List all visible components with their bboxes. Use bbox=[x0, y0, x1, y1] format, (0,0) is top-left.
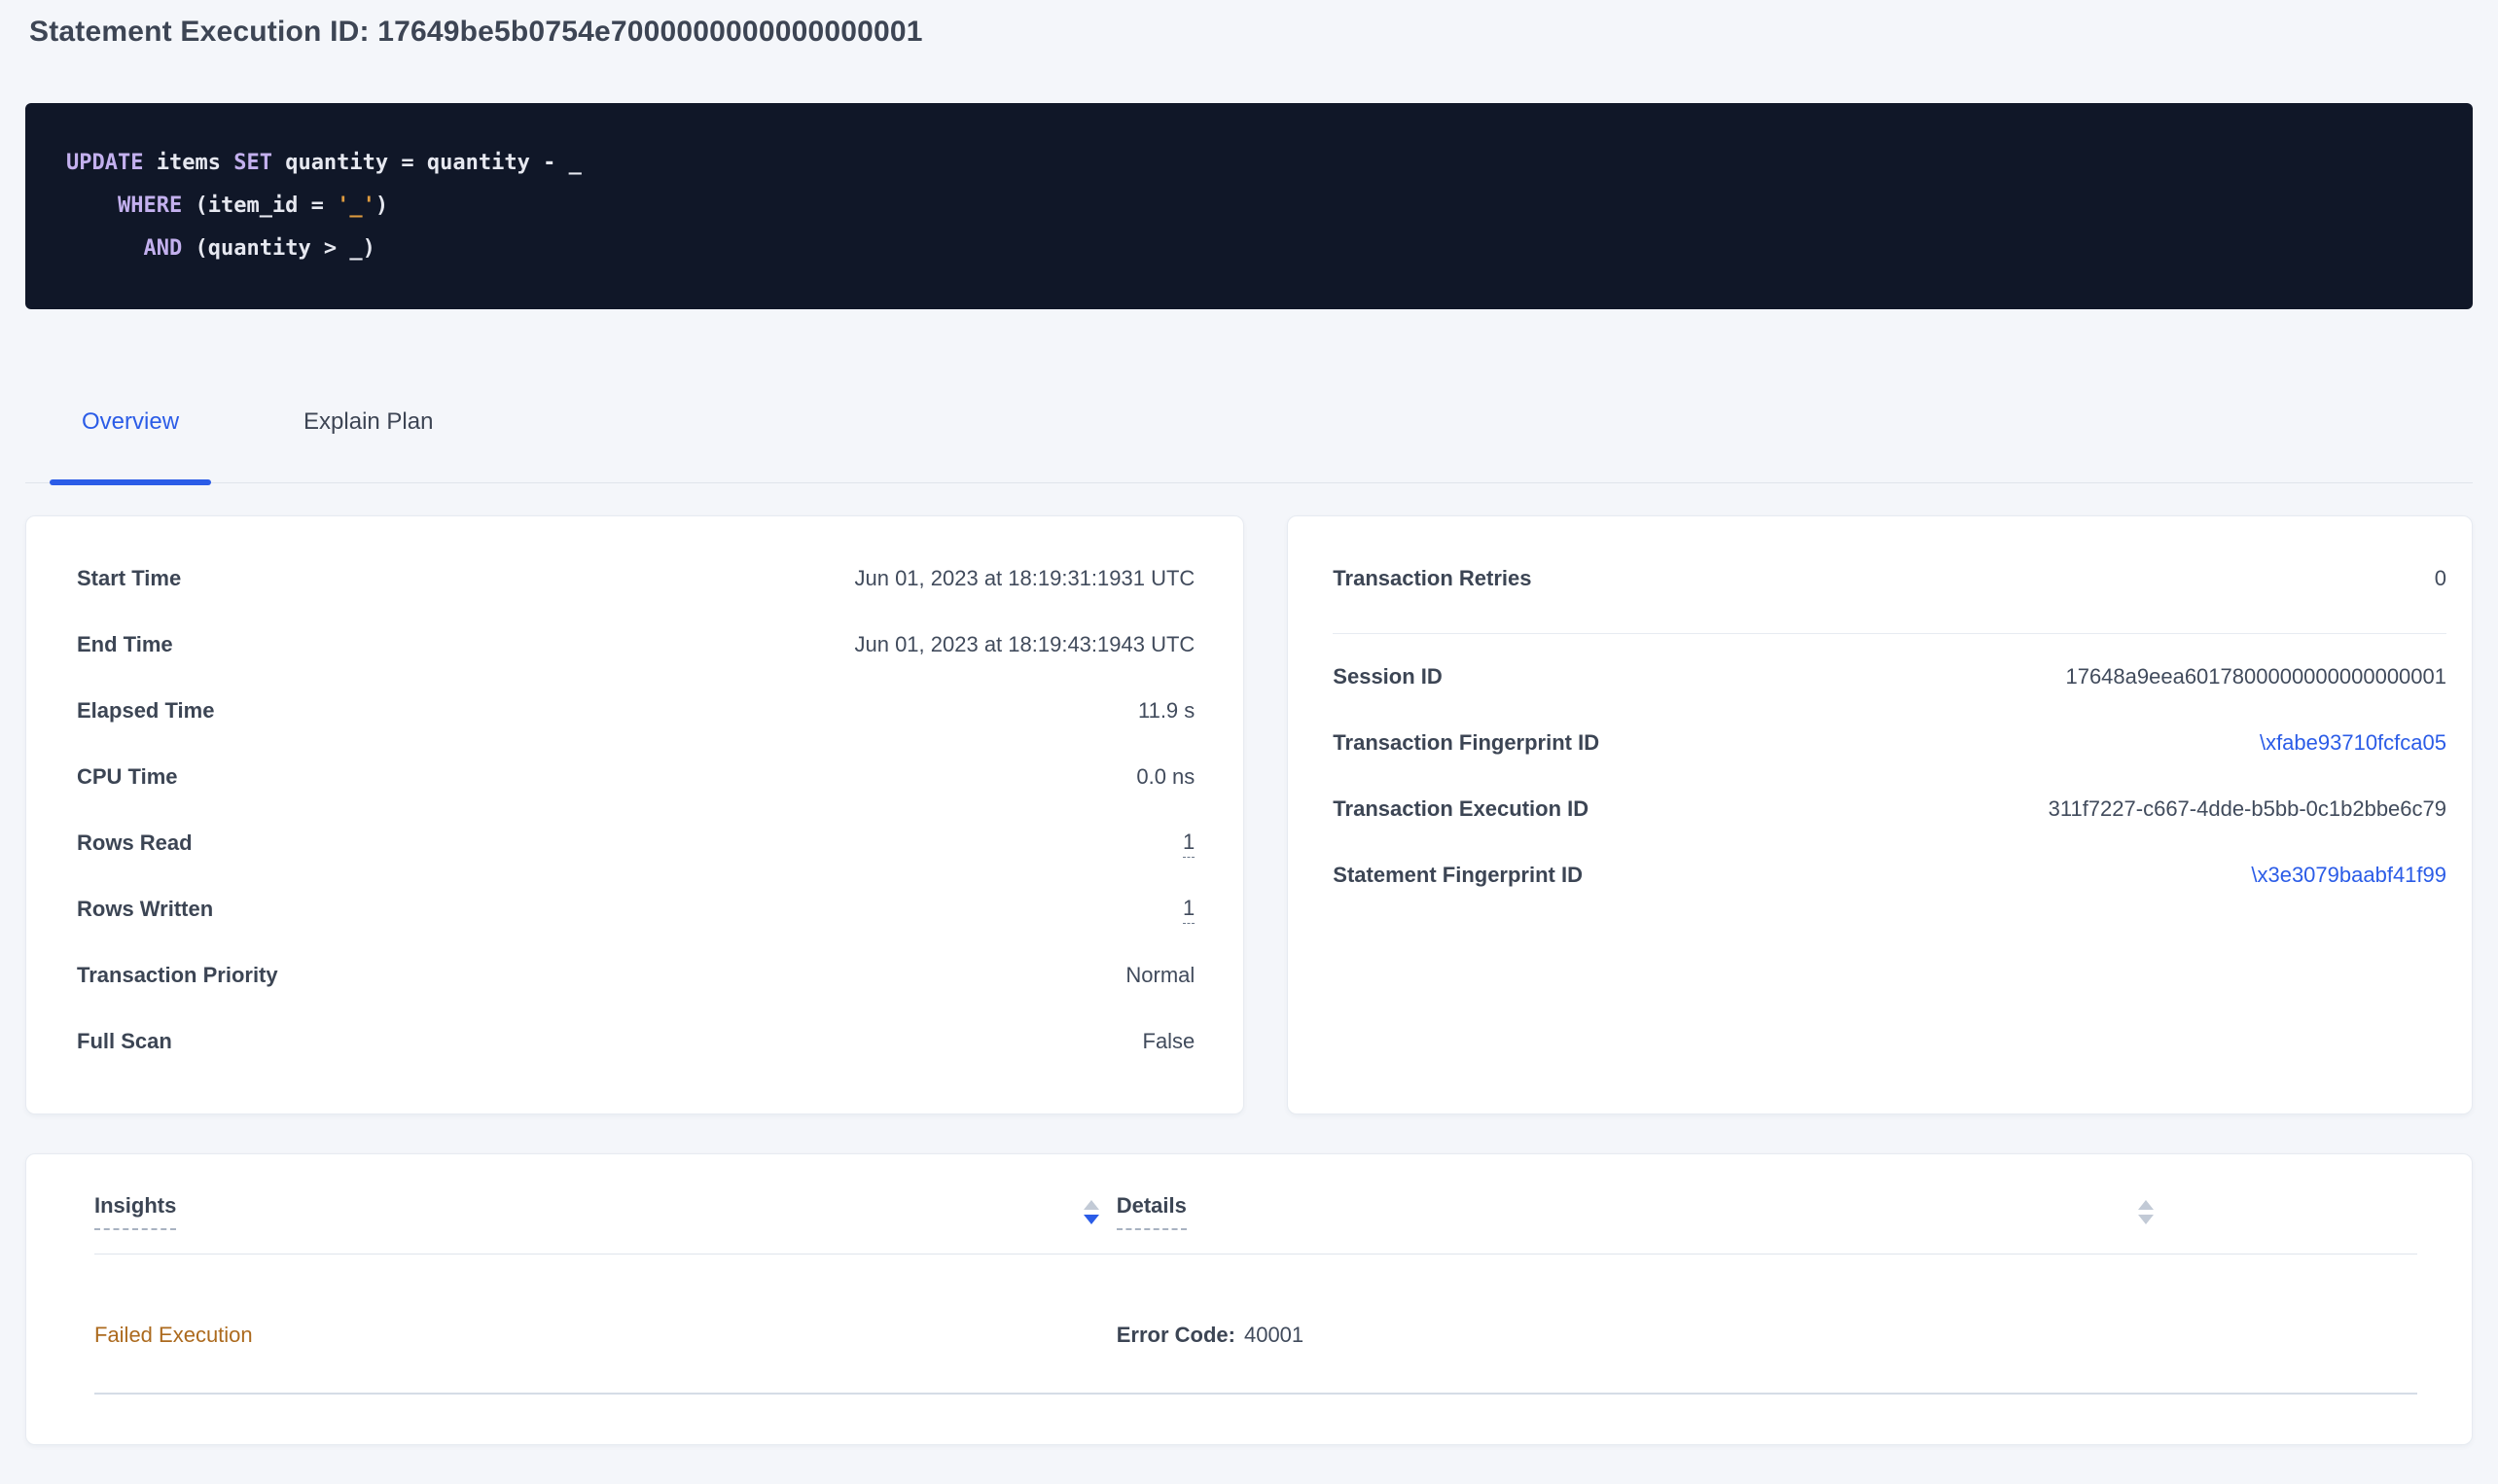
column-label: Details bbox=[1117, 1193, 1187, 1230]
sql-line: AND (quantity > _) bbox=[66, 228, 2434, 270]
error-code-label: Error Code: bbox=[1117, 1323, 1235, 1347]
kv-value: 0.0 ns bbox=[1136, 764, 1195, 790]
sort-asc-triangle-icon bbox=[2138, 1200, 2154, 1210]
kv-row-full-scan: Full Scan False bbox=[77, 1008, 1195, 1075]
kv-row-start-time: Start Time Jun 01, 2023 at 18:19:31:1931 … bbox=[77, 546, 1195, 612]
sort-arrows-icon[interactable] bbox=[1084, 1200, 1099, 1224]
error-code-value: 40001 bbox=[1244, 1323, 1303, 1347]
insights-table-header: Insights Details bbox=[94, 1193, 2417, 1254]
kv-label: Transaction Execution ID bbox=[1333, 796, 1588, 822]
kv-label: Elapsed Time bbox=[77, 698, 214, 724]
kv-value-link[interactable]: \xfabe93710fcfca05 bbox=[2260, 730, 2446, 756]
transaction-card: Transaction Retries 0 Session ID 17648a9e… bbox=[1287, 515, 2473, 1114]
page-title: Statement Execution ID: 17649be5b0754e70… bbox=[29, 16, 2473, 49]
sql-statement: UPDATE items SET quantity = quantity - _… bbox=[66, 142, 2434, 270]
sql-token-plain: (quantity > _) bbox=[182, 236, 375, 261]
kv-label: Session ID bbox=[1333, 664, 1442, 689]
sort-desc-triangle-icon bbox=[2138, 1215, 2154, 1224]
kv-label: Rows Read bbox=[77, 830, 193, 856]
kv-value: 1 bbox=[1183, 830, 1195, 858]
kv-value: 311f7227-c667-4dde-b5bb-0c1b2bbe6c79 bbox=[2049, 796, 2446, 822]
sql-line: UPDATE items SET quantity = quantity - _ bbox=[66, 142, 2434, 185]
overview-rows: Start Time Jun 01, 2023 at 18:19:31:1931 … bbox=[77, 546, 1195, 1075]
tab-bar: Overview Explain Plan bbox=[25, 395, 2473, 483]
kv-label: CPU Time bbox=[77, 764, 178, 790]
column-header-insights[interactable]: Insights bbox=[94, 1193, 1117, 1230]
column-label: Insights bbox=[94, 1193, 176, 1230]
insights-table-card: Insights Details Failed Execution Error C… bbox=[25, 1153, 2473, 1445]
kv-row-statement-fingerprint-id: Statement Fingerprint ID \x3e3079baabf41f… bbox=[1333, 842, 2446, 908]
sql-token-kw: SET bbox=[233, 151, 272, 175]
kv-value: Jun 01, 2023 at 18:19:31:1931 UTC bbox=[854, 566, 1195, 591]
kv-value: 11.9 s bbox=[1138, 698, 1195, 724]
sort-arrows-icon[interactable] bbox=[2138, 1200, 2154, 1224]
kv-row-transaction-fingerprint-id: Transaction Fingerprint ID \xfabe93710fcf… bbox=[1333, 710, 2446, 776]
sql-token-plain: (item_id = bbox=[182, 194, 337, 218]
column-header-details[interactable]: Details bbox=[1117, 1193, 2171, 1230]
kv-row-transaction-priority: Transaction Priority Normal bbox=[77, 942, 1195, 1008]
sql-token-plain bbox=[66, 236, 143, 261]
sql-token-plain bbox=[66, 194, 118, 218]
kv-row-cpu-time: CPU Time 0.0 ns bbox=[77, 744, 1195, 810]
sql-token-str: '_' bbox=[337, 194, 375, 218]
kv-row-rows-read: Rows Read 1 bbox=[77, 810, 1195, 876]
sql-statement-box: UPDATE items SET quantity = quantity - _… bbox=[25, 103, 2473, 309]
kv-label: Start Time bbox=[77, 566, 181, 591]
kv-row-end-time: End Time Jun 01, 2023 at 18:19:43:1943 UT… bbox=[77, 612, 1195, 678]
insights-table-row: Failed Execution Error Code: 40001 bbox=[94, 1254, 2417, 1395]
kv-row-transaction-execution-id: Transaction Execution ID 311f7227-c667-4d… bbox=[1333, 776, 2446, 842]
transaction-retries-row: Transaction Retries 0 bbox=[1333, 546, 2446, 612]
kv-row-session-id: Session ID 17648a9eea60178000000000000000… bbox=[1333, 644, 2446, 710]
kv-row-rows-written: Rows Written 1 bbox=[77, 876, 1195, 942]
sql-token-kw: AND bbox=[143, 236, 182, 261]
statement-execution-page: Statement Execution ID: 17649be5b0754e70… bbox=[0, 0, 2498, 1445]
sql-token-kw: WHERE bbox=[118, 194, 182, 218]
kv-label: Transaction Fingerprint ID bbox=[1333, 730, 1599, 756]
overview-card: Start Time Jun 01, 2023 at 18:19:31:1931 … bbox=[25, 515, 1244, 1114]
transaction-rows: Session ID 17648a9eea60178000000000000000… bbox=[1333, 644, 2446, 908]
kv-value: Jun 01, 2023 at 18:19:43:1943 UTC bbox=[854, 632, 1195, 657]
transaction-retries-label: Transaction Retries bbox=[1333, 566, 1531, 591]
kv-value: Normal bbox=[1125, 963, 1195, 988]
sort-desc-triangle-icon bbox=[1084, 1215, 1099, 1224]
card-divider bbox=[1333, 633, 2446, 634]
detail-cards: Start Time Jun 01, 2023 at 18:19:31:1931 … bbox=[25, 515, 2473, 1114]
kv-value: 17648a9eea6017800000000000000001 bbox=[2065, 664, 2446, 689]
sql-token-plain: items bbox=[143, 151, 233, 175]
kv-label: Statement Fingerprint ID bbox=[1333, 863, 1583, 888]
kv-value: False bbox=[1143, 1029, 1195, 1054]
insight-type-cell: Failed Execution bbox=[94, 1323, 253, 1348]
sql-token-kw: UPDATE bbox=[66, 151, 143, 175]
kv-row-elapsed-time: Elapsed Time 11.9 s bbox=[77, 678, 1195, 744]
sort-asc-triangle-icon bbox=[1084, 1200, 1099, 1210]
transaction-retries-value: 0 bbox=[2435, 566, 2446, 591]
kv-label: Full Scan bbox=[77, 1029, 172, 1054]
kv-label: Rows Written bbox=[77, 897, 213, 922]
kv-label: Transaction Priority bbox=[77, 963, 278, 988]
kv-value: 1 bbox=[1183, 896, 1195, 924]
sql-line: WHERE (item_id = '_') bbox=[66, 185, 2434, 228]
tab-explain-plan[interactable]: Explain Plan bbox=[271, 395, 465, 482]
sql-token-plain: ) bbox=[375, 194, 388, 218]
tab-overview[interactable]: Overview bbox=[50, 395, 211, 482]
kv-value-link[interactable]: \x3e3079baabf41f99 bbox=[2251, 863, 2446, 888]
sql-token-plain: quantity = quantity - _ bbox=[272, 151, 582, 175]
kv-label: End Time bbox=[77, 632, 173, 657]
